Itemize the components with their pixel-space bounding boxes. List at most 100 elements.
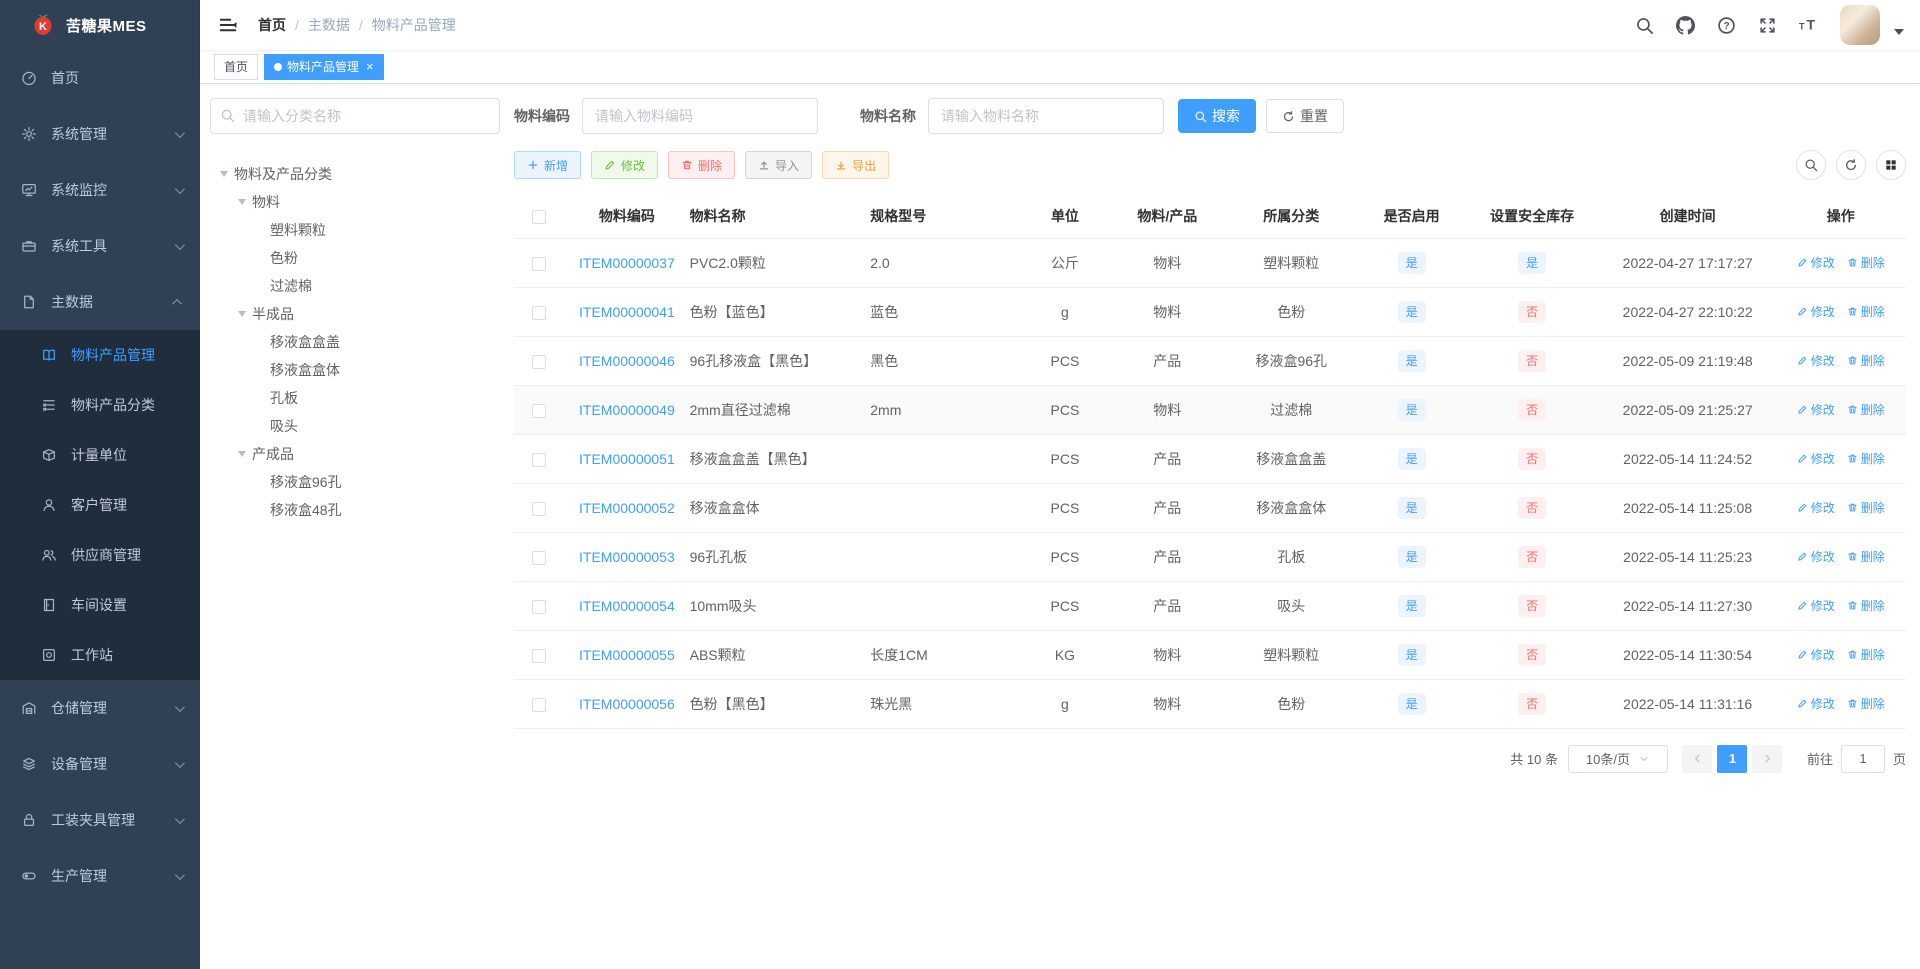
material-code-link[interactable]: ITEM00000049 — [579, 402, 675, 418]
enabled-badge[interactable]: 是 — [1397, 251, 1426, 274]
row-checkbox[interactable] — [532, 501, 547, 516]
row-edit-link[interactable]: 修改 — [1797, 352, 1835, 369]
page-size-select[interactable]: 10条/页 — [1567, 744, 1668, 773]
sidebar-item-物料产品管理[interactable]: 物料产品管理 — [0, 330, 200, 380]
sidebar-item-车间设置[interactable]: 车间设置 — [0, 580, 200, 630]
sidebar-item-系统管理[interactable]: 系统管理 — [0, 106, 200, 162]
caret-down-icon[interactable] — [1894, 29, 1904, 35]
goto-page-input[interactable] — [1840, 744, 1885, 773]
row-delete-link[interactable]: 删除 — [1847, 548, 1885, 565]
row-checkbox[interactable] — [532, 599, 547, 614]
material-code-link[interactable]: ITEM00000054 — [579, 598, 675, 614]
caret-down-icon[interactable] — [232, 451, 252, 457]
sidebar-item-生产管理[interactable]: 生产管理 — [0, 848, 200, 904]
import-button[interactable]: 导入 — [745, 151, 813, 179]
enabled-badge[interactable]: 是 — [1397, 447, 1426, 470]
safety-badge[interactable]: 否 — [1518, 545, 1547, 568]
sidebar-item-主数据[interactable]: 主数据 — [0, 274, 200, 330]
sidebar-item-首页[interactable]: 首页 — [0, 50, 200, 106]
sidebar-item-计量单位[interactable]: 计量单位 — [0, 430, 200, 480]
row-edit-link[interactable]: 修改 — [1797, 499, 1835, 516]
sidebar-item-系统监控[interactable]: 系统监控 — [0, 162, 200, 218]
sidebar-item-客户管理[interactable]: 客户管理 — [0, 480, 200, 530]
tree-node-吸头[interactable]: 吸头 — [210, 412, 500, 440]
row-edit-link[interactable]: 修改 — [1797, 646, 1835, 663]
enabled-badge[interactable]: 是 — [1397, 398, 1426, 421]
caret-down-icon[interactable] — [214, 171, 234, 177]
row-delete-link[interactable]: 删除 — [1847, 499, 1885, 516]
row-edit-link[interactable]: 修改 — [1797, 303, 1835, 320]
header-search-icon[interactable] — [1635, 16, 1654, 35]
github-icon[interactable] — [1676, 15, 1695, 35]
refresh-button[interactable] — [1836, 150, 1866, 180]
help-icon[interactable]: ? — [1717, 16, 1736, 35]
material-code-link[interactable]: ITEM00000051 — [579, 451, 675, 467]
row-checkbox[interactable] — [532, 648, 547, 663]
tree-node-物料[interactable]: 物料 — [210, 188, 500, 216]
close-icon[interactable]: × — [366, 60, 374, 73]
row-delete-link[interactable]: 删除 — [1847, 646, 1885, 663]
safety-badge[interactable]: 否 — [1518, 300, 1547, 323]
select-all-checkbox[interactable] — [532, 209, 547, 224]
sidebar-item-仓储管理[interactable]: 仓储管理 — [0, 680, 200, 736]
enabled-badge[interactable]: 是 — [1397, 349, 1426, 372]
sidebar-item-物料产品分类[interactable]: 物料产品分类 — [0, 380, 200, 430]
safety-badge[interactable]: 否 — [1518, 496, 1547, 519]
row-checkbox[interactable] — [532, 697, 547, 712]
row-delete-link[interactable]: 删除 — [1847, 401, 1885, 418]
safety-badge[interactable]: 否 — [1518, 692, 1547, 715]
tree-node-移液盒96孔[interactable]: 移液盒96孔 — [210, 468, 500, 496]
enabled-badge[interactable]: 是 — [1397, 643, 1426, 666]
tree-node-塑料颗粒[interactable]: 塑料颗粒 — [210, 216, 500, 244]
next-page-button[interactable] — [1752, 744, 1783, 773]
row-checkbox[interactable] — [532, 256, 547, 271]
safety-badge[interactable]: 是 — [1518, 251, 1547, 274]
enabled-badge[interactable]: 是 — [1397, 545, 1426, 568]
safety-badge[interactable]: 否 — [1518, 643, 1547, 666]
tree-node-半成品[interactable]: 半成品 — [210, 300, 500, 328]
avatar[interactable] — [1840, 5, 1880, 45]
prev-page-button[interactable] — [1682, 744, 1713, 773]
tag-首页[interactable]: 首页 — [214, 53, 259, 80]
caret-down-icon[interactable] — [232, 199, 252, 205]
code-filter-input[interactable] — [582, 98, 818, 134]
app-logo[interactable]: K 苦糖果MES — [0, 0, 200, 50]
add-button[interactable]: 新增 — [514, 151, 582, 179]
sidebar-item-设备管理[interactable]: 设备管理 — [0, 736, 200, 792]
row-edit-link[interactable]: 修改 — [1797, 254, 1835, 271]
enabled-badge[interactable]: 是 — [1397, 594, 1426, 617]
tree-node-过滤棉[interactable]: 过滤棉 — [210, 272, 500, 300]
material-code-link[interactable]: ITEM00000037 — [579, 255, 675, 271]
category-search-input[interactable] — [210, 98, 500, 134]
safety-badge[interactable]: 否 — [1518, 398, 1547, 421]
enabled-badge[interactable]: 是 — [1397, 300, 1426, 323]
row-checkbox[interactable] — [532, 452, 547, 467]
sidebar-item-工装夹具管理[interactable]: 工装夹具管理 — [0, 792, 200, 848]
material-code-link[interactable]: ITEM00000055 — [579, 647, 675, 663]
row-delete-link[interactable]: 删除 — [1847, 695, 1885, 712]
toggle-search-button[interactable] — [1796, 150, 1826, 180]
enabled-badge[interactable]: 是 — [1397, 496, 1426, 519]
tree-node-物料及产品分类[interactable]: 物料及产品分类 — [210, 160, 500, 188]
sidebar-item-系统工具[interactable]: 系统工具 — [0, 218, 200, 274]
material-code-link[interactable]: ITEM00000056 — [579, 696, 675, 712]
row-checkbox[interactable] — [532, 354, 547, 369]
tree-node-色粉[interactable]: 色粉 — [210, 244, 500, 272]
row-edit-link[interactable]: 修改 — [1797, 548, 1835, 565]
material-code-link[interactable]: ITEM00000053 — [579, 549, 675, 565]
safety-badge[interactable]: 否 — [1518, 447, 1547, 470]
tag-物料产品管理[interactable]: 物料产品管理 × — [264, 53, 384, 80]
material-code-link[interactable]: ITEM00000041 — [579, 304, 675, 320]
row-edit-link[interactable]: 修改 — [1797, 597, 1835, 614]
tree-node-移液盒48孔[interactable]: 移液盒48孔 — [210, 496, 500, 524]
row-edit-link[interactable]: 修改 — [1797, 401, 1835, 418]
row-delete-link[interactable]: 删除 — [1847, 254, 1885, 271]
material-code-link[interactable]: ITEM00000052 — [579, 500, 675, 516]
row-delete-link[interactable]: 删除 — [1847, 303, 1885, 320]
name-filter-input[interactable] — [928, 98, 1164, 134]
page-1-button[interactable]: 1 — [1717, 744, 1748, 773]
fullscreen-icon[interactable] — [1758, 16, 1777, 35]
font-size-icon[interactable]: TT — [1799, 16, 1820, 34]
sidebar-toggle-button[interactable] — [214, 11, 242, 39]
tree-node-孔板[interactable]: 孔板 — [210, 384, 500, 412]
